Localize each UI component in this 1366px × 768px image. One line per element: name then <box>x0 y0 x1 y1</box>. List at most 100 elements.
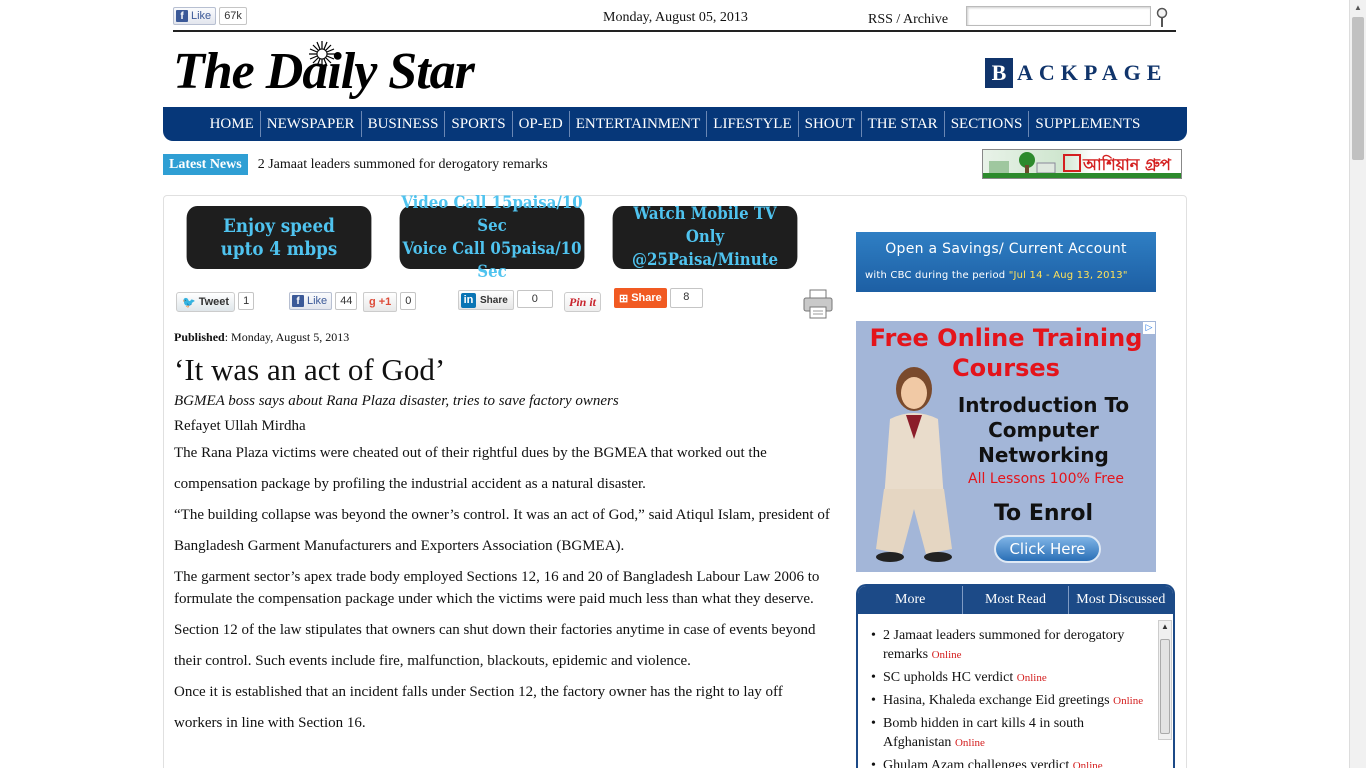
facebook-icon: f <box>176 10 188 22</box>
facebook-like-button[interactable]: f Like <box>173 7 217 25</box>
tab-more[interactable]: More <box>858 586 964 614</box>
nav-supplements[interactable]: SUPPLEMENTS <box>1029 111 1146 137</box>
promo-line: upto 4 mbps <box>220 237 338 260</box>
news-tabs-widget: More Most Read Most Discussed 2 Jamaat l… <box>856 584 1175 768</box>
article-paragraph: The garment sector’s apex trade body emp… <box>174 562 834 615</box>
tab-most-read[interactable]: Most Read <box>963 586 1069 614</box>
linkedin-share-button[interactable]: in Share <box>458 290 514 310</box>
tweet-widget[interactable]: 🐦 Tweet 1 <box>176 292 255 312</box>
star-burst-icon <box>309 41 335 67</box>
training-course-ad[interactable]: ▷ Free Online Training Courses Introduct… <box>856 321 1156 572</box>
facebook-like-label: Like <box>307 295 328 307</box>
site-logo[interactable]: The Daily Star <box>173 41 475 102</box>
tab-list-scroll-thumb[interactable] <box>1160 639 1170 734</box>
tab-list-scrollbar[interactable]: ▲ <box>1158 620 1172 740</box>
online-tag: Online <box>1072 760 1103 768</box>
backpage-rest: ACKPAGE <box>1017 60 1168 85</box>
article-paragraph: Once it is established that an incident … <box>174 684 783 731</box>
list-item-title: Hasina, Khaleda exchange Eid greetings <box>883 693 1110 708</box>
online-tag: Online <box>1113 695 1144 707</box>
cbc-ad-period: "Jul 14 - Aug 13, 2013" <box>1008 270 1128 281</box>
linkedin-share-count: 0 <box>516 290 553 308</box>
nav-entertainment[interactable]: ENTERTAINMENT <box>570 111 708 137</box>
asian-group-banner-ad[interactable]: আশিয়ান গ্রুপ <box>982 149 1182 179</box>
facebook-icon: f <box>292 295 304 307</box>
article-paragraph: The Rana Plaza victims were cheated out … <box>174 445 767 492</box>
facebook-like-widget[interactable]: f Like 67k <box>173 7 247 25</box>
cbc-ad-heading: Open a Savings/ Current Account <box>885 241 1127 257</box>
list-item-title: Ghulam Azam challenges verdict <box>883 758 1070 768</box>
top-bar: f Like 67k Monday, August 05, 2013 RSS / … <box>173 6 1176 32</box>
addthis-share-widget[interactable]: ⊞ Share 8 <box>614 288 703 308</box>
nav-the-star[interactable]: THE STAR <box>862 111 945 137</box>
latest-news-ticker: Latest News 2 Jamaat leaders summoned fo… <box>163 154 548 175</box>
promo-banner-row: Enjoy speed upto 4 mbps Video Call 15pai… <box>174 193 810 282</box>
tab-news-list: 2 Jamaat leaders summoned for derogatory… <box>866 626 1151 768</box>
page-scroll-thumb[interactable] <box>1352 17 1364 160</box>
rss-archive-link[interactable]: RSS / Archive <box>868 12 948 28</box>
promo-banner-speed[interactable]: Enjoy speed upto 4 mbps <box>186 206 372 269</box>
list-item[interactable]: Hasina, Khaleda exchange Eid greetings O… <box>866 691 1151 711</box>
nav-sports[interactable]: SPORTS <box>445 111 513 137</box>
cbc-bank-ad[interactable]: Open a Savings/ Current Account with CBC… <box>856 232 1156 292</box>
promo-line: Enjoy speed <box>223 214 335 237</box>
page-scrollbar[interactable]: ▲ <box>1349 0 1366 768</box>
facebook-like-widget-article[interactable]: f Like 44 <box>289 292 358 310</box>
pinterest-pin-button[interactable]: Pin it <box>564 292 602 312</box>
nav-home[interactable]: HOME <box>204 111 261 137</box>
list-item[interactable]: Ghulam Azam challenges verdict Online <box>866 756 1151 768</box>
list-item[interactable]: Bomb hidden in cart kills 4 in south Afg… <box>866 714 1151 753</box>
list-item[interactable]: SC upholds HC verdict Online <box>866 668 1151 688</box>
promo-banner-calls[interactable]: Video Call 15paisa/10 Sec Voice Call 05p… <box>399 193 585 282</box>
promo-line: Only @25Paisa/Minute <box>631 227 778 270</box>
latest-news-label: Latest News <box>163 154 248 175</box>
current-date: Monday, August 05, 2013 <box>603 10 748 25</box>
article-subhead: BGMEA boss says about Rana Plaza disaste… <box>174 393 619 409</box>
facebook-like-label: Like <box>191 10 212 22</box>
google-plus-label: +1 <box>378 296 392 308</box>
nav-newspaper[interactable]: NEWSPAPER <box>261 111 362 137</box>
promo-line: Voice Call 05paisa/10 Sec <box>402 238 582 282</box>
scroll-up-arrow-icon[interactable]: ▲ <box>1161 622 1169 631</box>
ad-subtitle: Introduction To Computer Networking <box>957 393 1130 467</box>
google-plus-button[interactable]: g +1 <box>363 292 398 312</box>
scroll-up-arrow-icon[interactable]: ▲ <box>1354 3 1362 12</box>
tab-most-discussed[interactable]: Most Discussed <box>1069 586 1173 614</box>
google-plus-count: 0 <box>400 292 417 310</box>
print-icon[interactable] <box>802 288 834 320</box>
google-plus-icon: g <box>369 296 376 308</box>
cbc-ad-prefix: with CBC during the period <box>865 270 1009 281</box>
banner-stripe <box>983 173 1181 178</box>
share-label: Share <box>631 292 662 304</box>
tweet-button[interactable]: 🐦 Tweet <box>176 292 236 312</box>
google-plus-widget[interactable]: g +1 0 <box>363 292 417 312</box>
facebook-like-count: 67k <box>219 7 247 25</box>
facebook-like-button-article[interactable]: f Like <box>289 292 333 310</box>
nav-sections[interactable]: SECTIONS <box>945 111 1030 137</box>
latest-news-headline[interactable]: 2 Jamaat leaders summoned for derogatory… <box>258 157 548 173</box>
search-input[interactable] <box>966 6 1151 26</box>
promo-banner-mobile-tv[interactable]: Watch Mobile TV Only @25Paisa/Minute <box>612 204 798 270</box>
published-label: Published <box>174 330 225 344</box>
published-date: : Monday, August 5, 2013 <box>224 330 350 344</box>
nav-business[interactable]: BUSINESS <box>362 111 446 137</box>
cbc-ad-subline: with CBC during the period "Jul 14 - Aug… <box>865 270 1128 281</box>
nav-shout[interactable]: SHOUT <box>799 111 862 137</box>
nav-lifestyle[interactable]: LIFESTYLE <box>707 111 799 137</box>
tab-header: More Most Read Most Discussed <box>858 586 1173 614</box>
nav-op-ed[interactable]: OP-ED <box>513 111 570 137</box>
article-body: The Rana Plaza victims were cheated out … <box>174 438 834 739</box>
page: f Like 67k Monday, August 05, 2013 RSS / … <box>0 0 1366 768</box>
linkedin-share-widget[interactable]: in Share 0 <box>458 290 553 310</box>
share-button[interactable]: ⊞ Share <box>614 288 667 308</box>
list-item[interactable]: 2 Jamaat leaders summoned for derogatory… <box>866 626 1151 665</box>
plus-icon: ⊞ <box>619 292 629 305</box>
share-count: 8 <box>669 288 703 308</box>
asian-group-logo-icon <box>1063 154 1081 172</box>
article-paragraph: “The building collapse was beyond the ow… <box>174 507 830 554</box>
search-icon[interactable] <box>1155 7 1169 29</box>
tweet-label: Tweet <box>198 296 230 308</box>
list-item-title: SC upholds HC verdict <box>883 670 1014 685</box>
social-share-bar: 🐦 Tweet 1 f Like 44 g +1 0 in Share 0 Pin it… <box>176 288 836 316</box>
ad-click-here-button[interactable]: Click Here <box>994 535 1101 563</box>
